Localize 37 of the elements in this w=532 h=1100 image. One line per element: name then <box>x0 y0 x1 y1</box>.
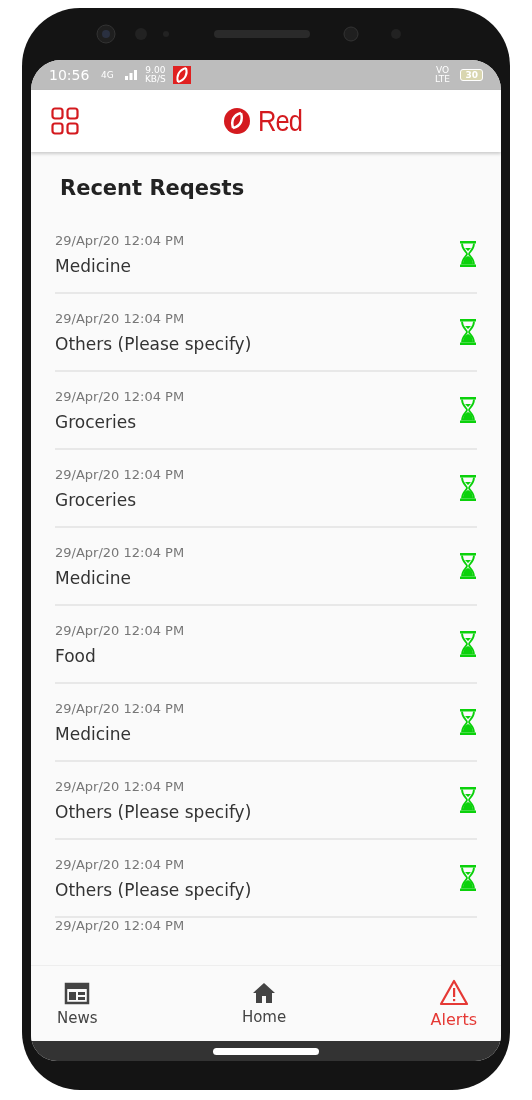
request-date: 29/Apr/20 12:04 PM <box>55 622 186 638</box>
request-name: Others (Please specify) <box>55 333 253 354</box>
grid-menu-icon[interactable] <box>51 107 79 135</box>
newspaper-icon <box>64 980 91 1005</box>
request-date: 29/Apr/20 12:04 PM <box>55 778 186 794</box>
request-name: Food <box>55 645 97 666</box>
network-speed: 9.00 KB/S <box>143 66 167 84</box>
request-name: Others (Please specify) <box>55 879 253 900</box>
request-date: 29/Apr/20 12:04 PM <box>55 310 186 326</box>
app-logo: Red <box>258 104 303 138</box>
home-indicator[interactable] <box>213 1047 319 1055</box>
request-date: 29/Apr/20 12:04 PM <box>55 918 186 933</box>
section-title: Recent Reqests <box>60 176 246 200</box>
request-date: 29/Apr/20 12:04 PM <box>55 700 186 716</box>
request-name: Medicine <box>55 723 132 744</box>
request-name: Medicine <box>55 255 132 276</box>
request-date: 29/Apr/20 12:04 PM <box>55 388 186 404</box>
request-date: 29/Apr/20 12:04 PM <box>55 856 186 872</box>
request-name: Others (Please specify) <box>55 801 253 822</box>
network-type: 4G <box>100 70 115 80</box>
nav-tab[interactable]: Home <box>241 966 287 1041</box>
battery-level: 30 <box>460 69 483 81</box>
home-icon <box>252 981 277 1004</box>
nav-tab[interactable]: Alerts <box>430 966 477 1041</box>
warning-icon <box>438 978 469 1006</box>
request-date: 29/Apr/20 12:04 PM <box>55 232 186 248</box>
request-name: Medicine <box>55 567 132 588</box>
request-date: 29/Apr/20 12:04 PM <box>55 466 186 482</box>
app-logo-icon <box>173 66 192 84</box>
nav-tab[interactable]: News <box>57 966 98 1041</box>
request-name: Groceries <box>55 411 138 432</box>
request-date: 29/Apr/20 12:04 PM <box>55 544 186 560</box>
signal-icon <box>125 70 138 80</box>
status-time: 10:56 <box>49 67 90 83</box>
volte-label: VO LTE <box>434 66 451 84</box>
logo-icon <box>223 107 252 135</box>
request-name: Groceries <box>55 489 138 510</box>
